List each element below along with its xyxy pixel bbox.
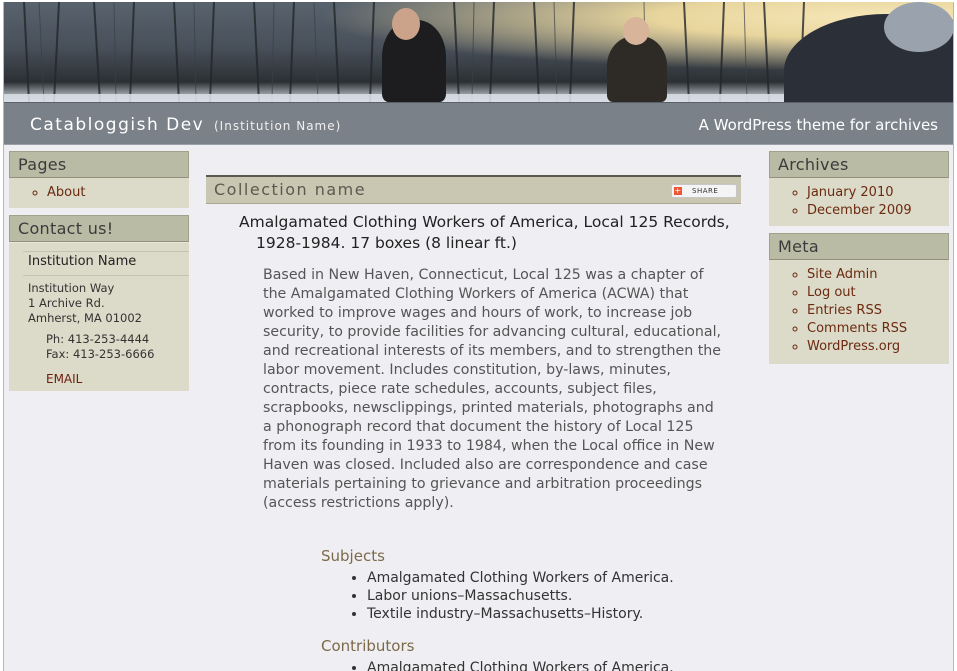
page: Catabloggish Dev (Institution Name) A Wo… [3,2,954,671]
contact-institution-name: Institution Name [23,251,189,276]
comments-rss-link[interactable]: Comments RSS [807,321,907,336]
email-link[interactable]: EMAIL [23,362,189,386]
collection-title: Collection name [214,180,367,199]
main-content: Collection name + SHARE Amalgamated Clot… [206,175,741,671]
address-line: Institution Way [28,281,115,295]
address-line: 1 Archive Rd. [28,296,105,310]
person-face [392,8,420,40]
collection-header: Collection name + SHARE [206,175,741,204]
entries-rss-link[interactable]: Entries RSS [807,303,882,318]
fax-number: Fax: 413-253-6666 [46,347,155,361]
contact-heading: Contact us! [9,215,189,242]
contributor-item[interactable]: Amalgamated Clothing Workers of America. [367,659,741,671]
page-link-about[interactable]: About [47,184,189,202]
wordpress-org-link[interactable]: WordPress.org [807,339,900,354]
share-label: SHARE [692,187,719,195]
meta-link[interactable]: Entries RSS [807,302,949,320]
pages-heading: Pages [9,151,189,178]
person-hat [884,2,953,52]
archives-widget: Archives January 2010 December 2009 [769,151,949,226]
subject-item[interactable]: Labor unions–Massachusetts. [367,587,741,605]
record-description: Based in New Haven, Connecticut, Local 1… [263,267,722,511]
archive-link[interactable]: December 2009 [807,202,949,220]
subject-item[interactable]: Amalgamated Clothing Workers of America. [367,569,741,587]
meta-link[interactable]: Log out [807,284,949,302]
person-figure [607,36,667,102]
contact-widget: Contact us! Institution Name Institution… [9,215,189,391]
meta-link[interactable]: Site Admin [807,266,949,284]
pages-widget: Pages About [9,151,189,208]
site-title[interactable]: Catabloggish Dev [30,115,204,135]
share-button[interactable]: + SHARE [671,184,737,198]
subjects-list: Amalgamated Clothing Workers of America.… [321,569,741,623]
left-sidebar: Pages About Contact us! Institution Name… [9,151,189,391]
meta-heading: Meta [769,233,949,260]
phone-number: Ph: 413-253-4444 [46,332,150,346]
institution-subtitle: (Institution Name) [214,119,342,133]
site-tagline: A WordPress theme for archives [698,116,938,134]
meta-link[interactable]: Comments RSS [807,320,949,338]
person-face [623,17,649,45]
contributors-heading: Contributors [321,637,415,655]
archive-link-december-2009[interactable]: December 2009 [807,203,912,218]
subjects-heading: Subjects [321,547,385,565]
record-title: Amalgamated Clothing Workers of America,… [239,213,730,252]
plus-icon: + [674,186,682,195]
site-admin-link[interactable]: Site Admin [807,267,878,282]
archive-link[interactable]: January 2010 [807,184,949,202]
meta-widget: Meta Site Admin Log out Entries RSS Comm… [769,233,949,364]
log-out-link[interactable]: Log out [807,285,856,300]
header-photo [4,2,953,102]
about-link[interactable]: About [47,185,85,200]
meta-link[interactable]: WordPress.org [807,338,949,356]
contributors-list: Amalgamated Clothing Workers of America. [321,659,741,671]
right-sidebar: Archives January 2010 December 2009 Meta… [769,151,949,364]
site-header-bar: Catabloggish Dev (Institution Name) A Wo… [4,102,953,145]
subject-item[interactable]: Textile industry–Massachusetts–History. [367,605,741,623]
address-line: Amherst, MA 01002 [28,311,143,325]
archives-heading: Archives [769,151,949,178]
archive-link-january-2010[interactable]: January 2010 [807,185,894,200]
